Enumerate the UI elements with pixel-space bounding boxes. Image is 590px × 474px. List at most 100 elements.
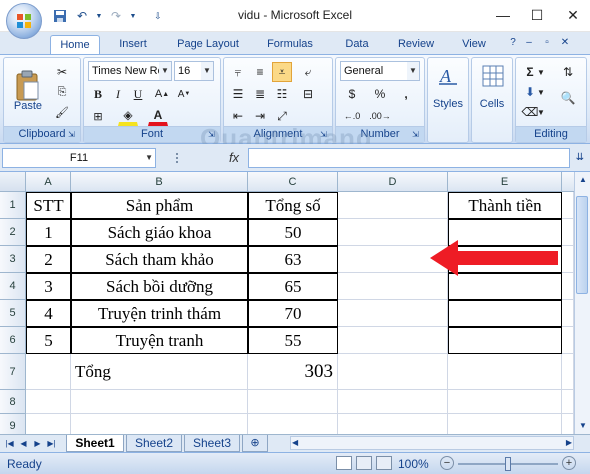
redo-dropdown-icon[interactable]: ▼ [130,8,137,24]
number-launcher-icon[interactable]: ⇲ [412,130,422,140]
last-sheet-icon[interactable]: ▶| [46,437,57,451]
expand-formula-bar-icon[interactable]: ⇊ [573,150,587,166]
row-header-4[interactable]: 4 [0,273,26,300]
formula-input[interactable] [248,148,570,168]
scroll-left-icon[interactable]: ◀ [292,437,298,449]
cell-b9[interactable] [71,414,248,434]
align-middle-icon[interactable]: ≡ [250,62,270,82]
clear-dropdown-icon[interactable]: ▼ [536,102,546,122]
cell-d8[interactable] [338,390,448,414]
cell-e6[interactable] [448,327,562,354]
first-sheet-icon[interactable]: |◀ [4,437,15,451]
customize-qat-icon[interactable]: ⇩ [150,8,166,24]
bold-icon[interactable]: B [88,84,108,104]
cell-e5[interactable] [448,300,562,327]
scroll-right-icon[interactable]: ▶ [566,437,572,449]
decrease-indent-icon[interactable]: ⇤ [228,106,248,126]
prev-sheet-icon[interactable]: ◀ [18,437,29,451]
font-color-icon[interactable]: A [148,106,168,126]
tab-view[interactable]: View [454,35,494,54]
cell-f4[interactable] [562,273,574,300]
cell-f8[interactable] [562,390,574,414]
cut-icon[interactable]: ✂ [52,62,72,82]
cell-a9[interactable] [26,414,71,434]
increase-indent-icon[interactable]: ⇥ [250,106,270,126]
currency-icon[interactable]: $ [342,84,362,104]
font-launcher-icon[interactable]: ⇲ [208,130,218,140]
borders-icon[interactable]: ⊞ [88,106,108,126]
cell-b8[interactable] [71,390,248,414]
cell-f9[interactable] [562,414,574,434]
cell-f6[interactable] [562,327,574,354]
font-name-combo[interactable]: Times New Ro ▼ [88,61,172,81]
ribbon-restore-icon[interactable]: ▫ [540,36,554,50]
normal-view-icon[interactable] [336,456,352,470]
tab-formulas[interactable]: Formulas [258,35,322,54]
insert-function-button[interactable]: fx [222,148,246,168]
cell-b4[interactable]: Sách bồi dưỡng [71,273,248,300]
scroll-down-icon[interactable]: ▼ [577,420,589,432]
row-header-5[interactable]: 5 [0,300,26,327]
formula-bar-splitter[interactable] [176,153,182,163]
row-header-3[interactable]: 3 [0,246,26,273]
fill-color-icon[interactable]: ◈ [118,106,138,126]
vertical-scroll-thumb[interactable] [576,196,588,294]
sheet-tab-2[interactable]: Sheet2 [126,435,182,452]
copy-icon[interactable]: ⎘ [52,82,72,102]
row-header-9[interactable]: 9 [0,414,26,434]
zoom-out-icon[interactable]: − [440,456,454,470]
sort-filter-icon[interactable]: ⇅ [554,62,582,82]
select-all-corner[interactable] [0,172,26,192]
column-header-a[interactable]: A [26,172,71,192]
cell-e7[interactable] [448,354,562,390]
align-top-icon[interactable]: ⫧ [228,62,248,82]
cell-a8[interactable] [26,390,71,414]
align-center-icon[interactable]: ≣ [250,84,270,104]
horizontal-scrollbar[interactable]: ◀ ▶ [290,436,574,450]
cell-f5[interactable] [562,300,574,327]
cell-e8[interactable] [448,390,562,414]
column-header-f-partial[interactable] [562,172,574,192]
undo-dropdown-icon[interactable]: ▼ [96,8,103,24]
cell-b1[interactable]: Sản phẩm [71,192,248,219]
row-header-1[interactable]: 1 [0,192,26,219]
scroll-up-icon[interactable]: ▲ [577,174,589,186]
cell-f7[interactable] [562,354,574,390]
cells-group[interactable]: Cells [471,57,513,143]
cell-c8[interactable] [248,390,338,414]
font-size-combo[interactable]: 16 ▼ [174,61,214,81]
percent-icon[interactable]: % [370,84,390,104]
align-right-icon[interactable]: ☷ [272,84,292,104]
worksheet-grid[interactable]: A B C D E 1 2 3 4 5 6 7 8 9 STT Sản phẩm… [0,172,574,434]
cell-b2[interactable]: Sách giáo khoa [71,219,248,246]
cell-c2[interactable]: 50 [248,219,338,246]
italic-icon[interactable]: I [108,84,128,104]
number-format-combo[interactable]: General ▼ [340,61,420,81]
sheet-tab-1[interactable]: Sheet1 [66,435,124,452]
zoom-level[interactable]: 100% [398,457,429,471]
styles-group[interactable]: A Styles [427,57,469,143]
tab-data[interactable]: Data [336,35,378,54]
cell-c6[interactable]: 55 [248,327,338,354]
column-header-c[interactable]: C [248,172,338,192]
find-select-icon[interactable]: 🔍 [554,88,582,108]
column-header-b[interactable]: B [71,172,248,192]
cell-e9[interactable] [448,414,562,434]
tab-review[interactable]: Review [390,35,442,54]
cell-f3[interactable] [562,246,574,273]
cell-c9[interactable] [248,414,338,434]
cell-c1[interactable]: Tổng số [248,192,338,219]
format-painter-icon[interactable]: 🖌 [52,102,72,122]
cell-d9[interactable] [338,414,448,434]
cell-b6[interactable]: Truyện tranh [71,327,248,354]
merge-center-icon[interactable]: ⊟ [298,84,318,104]
decrease-decimal-icon[interactable]: .00→ [369,106,391,126]
cell-b3[interactable]: Sách tham khảo [71,246,248,273]
cell-a4[interactable]: 3 [26,273,71,300]
row-header-8[interactable]: 8 [0,390,26,414]
save-icon[interactable] [52,8,68,24]
align-left-icon[interactable]: ☰ [228,84,248,104]
page-layout-view-icon[interactable] [356,456,372,470]
ribbon-minimize-icon[interactable]: – [522,36,536,50]
cell-a3[interactable]: 2 [26,246,71,273]
